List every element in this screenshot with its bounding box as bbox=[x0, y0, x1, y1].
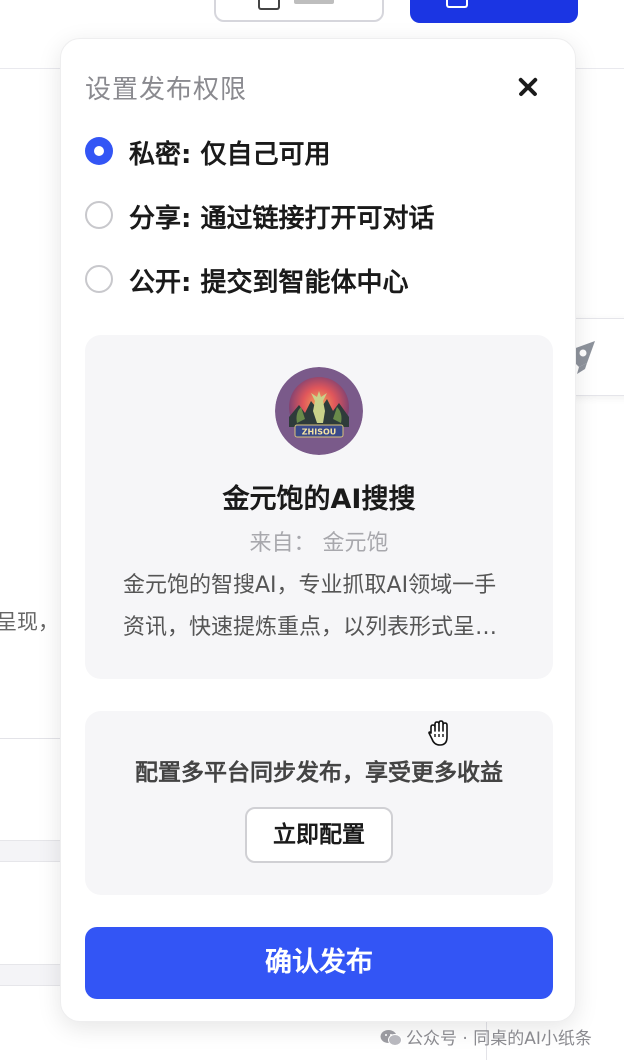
save-icon bbox=[258, 0, 280, 10]
option-private-label: 私密: 仅自己可用 bbox=[129, 140, 331, 170]
watermark: 公众号 · 同桌的AI小纸条 bbox=[380, 1024, 592, 1049]
header-secondary-label bbox=[294, 0, 334, 4]
sync-promo-card: 配置多平台同步发布，享受更多收益 立即配置 bbox=[85, 711, 553, 895]
publish-permission-popover: 设置发布权限 私密: 仅自己可用 分享: 通过链接打开可对话 公开: 提交到智能… bbox=[60, 38, 576, 1022]
confirm-publish-button[interactable]: 确认发布 bbox=[85, 927, 553, 999]
option-private[interactable]: 私密: 仅自己可用 bbox=[85, 131, 525, 171]
radio-public[interactable] bbox=[85, 265, 113, 293]
header-secondary-button[interactable] bbox=[214, 0, 384, 22]
popover-title: 设置发布权限 bbox=[85, 75, 248, 105]
avatar-text: ZHISOU bbox=[302, 428, 337, 437]
radio-share[interactable] bbox=[85, 201, 113, 229]
agent-description: 金元饱的智搜AI，专业抓取AI领域一手资讯，快速提炼重点，以列表形式呈现， bbox=[123, 573, 497, 640]
agent-name: 金元饱的AI搜搜 bbox=[222, 484, 416, 515]
sync-promo-text: 配置多平台同步发布，享受更多收益 bbox=[135, 760, 503, 786]
option-share-label: 分享: 通过链接打开可对话 bbox=[129, 204, 435, 234]
option-public-label: 公开: 提交到智能体中心 bbox=[129, 268, 409, 298]
wechat-icon bbox=[380, 1030, 402, 1046]
header-publish-button[interactable] bbox=[410, 0, 578, 23]
watermark-text: 公众号 · 同桌的AI小纸条 bbox=[406, 1029, 592, 1049]
hand-cursor-icon bbox=[428, 720, 448, 746]
publish-icon bbox=[446, 0, 468, 8]
configure-now-button[interactable]: 立即配置 bbox=[245, 807, 393, 863]
radio-private[interactable] bbox=[85, 137, 113, 165]
option-public[interactable]: 公开: 提交到智能体中心 bbox=[85, 259, 525, 299]
agent-author: 来自： 金元饱 bbox=[249, 531, 389, 556]
avatar: ZHISOU bbox=[275, 367, 363, 455]
agent-preview-card: ZHISOU 金元饱的AI搜搜 来自： 金元饱 金元饱的智搜AI，专业抓取AI领… bbox=[85, 335, 553, 679]
background-text: 呈现， bbox=[0, 610, 59, 634]
option-share[interactable]: 分享: 通过链接打开可对话 bbox=[85, 195, 525, 235]
close-icon[interactable] bbox=[511, 69, 547, 105]
